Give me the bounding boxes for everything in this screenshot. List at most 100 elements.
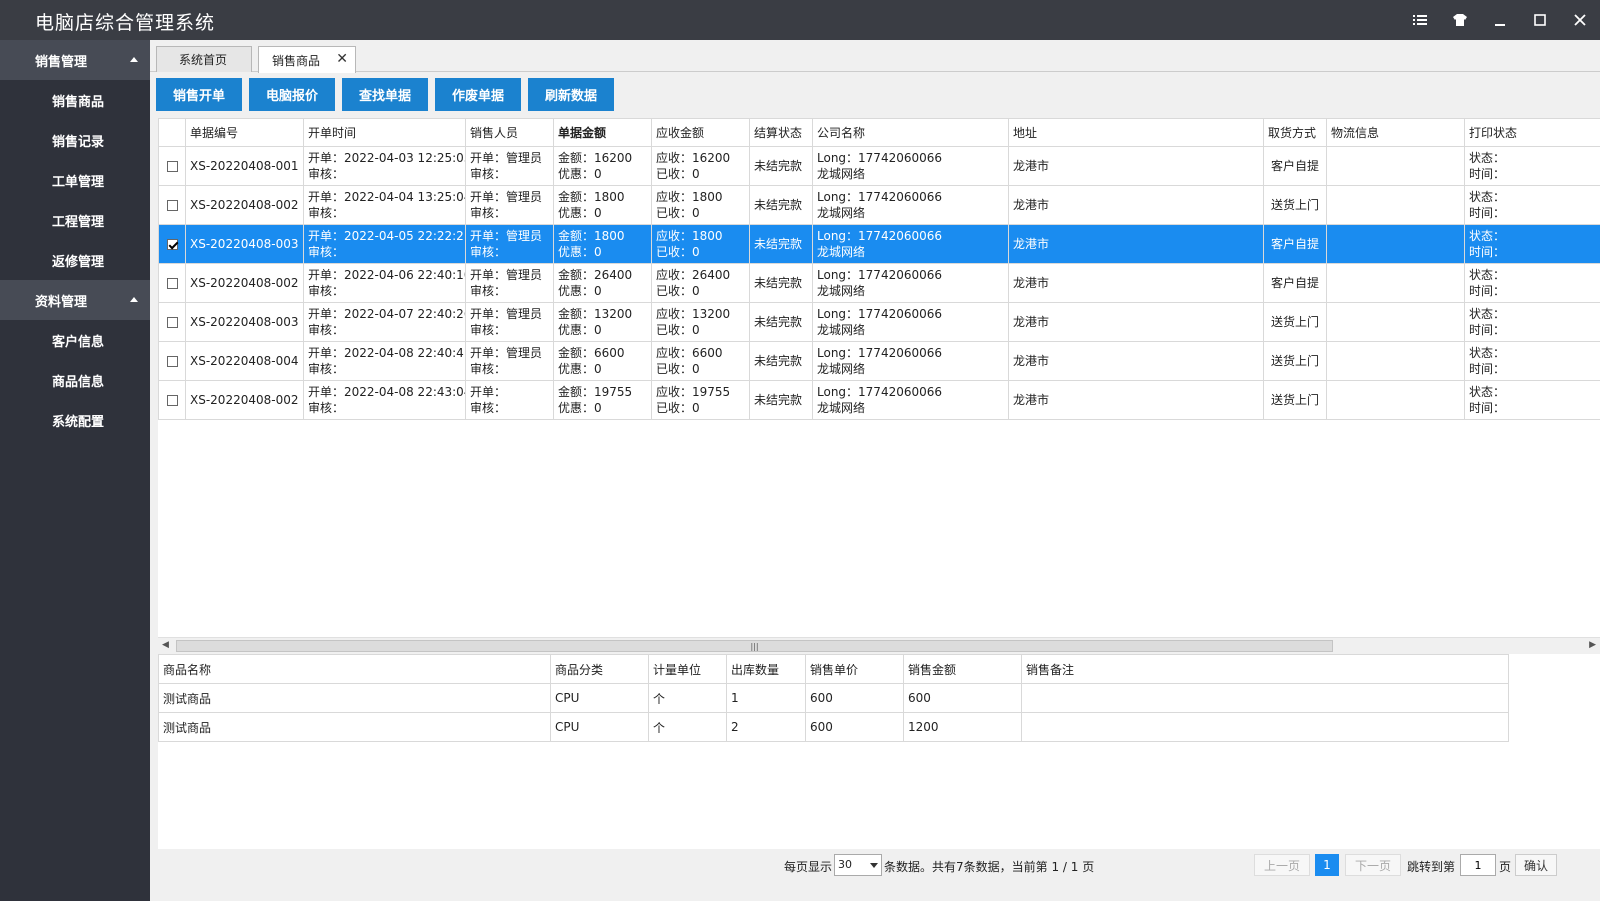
column-header[interactable]: 销售人员 xyxy=(465,118,554,147)
company-cell: Long：17742060066 龙城网络 xyxy=(812,146,1009,186)
column-header[interactable]: 出库数量 xyxy=(726,654,806,684)
sidebar-item-repairs[interactable]: 返修管理 xyxy=(0,240,150,280)
table-row[interactable]: XS-20220408-002 开单：2022-04-04 13:25:04 审核：… xyxy=(158,185,1600,225)
company-cell: Long：17742060066 龙城网络 xyxy=(812,185,1009,225)
detail-cell: 测试商品 xyxy=(158,712,551,742)
row-checkbox-cell[interactable] xyxy=(158,146,186,186)
row-checkbox-cell[interactable] xyxy=(158,224,186,264)
scroll-left-icon[interactable]: ◀ xyxy=(162,640,169,650)
column-header[interactable]: 结算状态 xyxy=(749,118,813,147)
prev-page-button[interactable]: 上一页 xyxy=(1254,854,1310,876)
row-checkbox[interactable] xyxy=(166,317,178,328)
horizontal-scrollbar[interactable]: ◀ ||| ▶ xyxy=(158,637,1600,653)
pc-quote-button[interactable]: 电脑报价 xyxy=(249,78,335,111)
sidebar-item-settings[interactable]: 系统配置 xyxy=(0,400,150,440)
current-page-button[interactable]: 1 xyxy=(1315,854,1339,876)
row-checkbox-cell[interactable] xyxy=(158,341,186,381)
column-header[interactable]: 物流信息 xyxy=(1326,118,1465,147)
minimize-icon[interactable] xyxy=(1480,0,1520,40)
header-checkbox-cell[interactable] xyxy=(158,118,186,147)
find-document-button[interactable]: 查找单据 xyxy=(342,78,428,111)
sidebar-item-work-orders[interactable]: 工单管理 xyxy=(0,160,150,200)
confirm-button[interactable]: 确认 xyxy=(1515,854,1557,876)
tab-close-icon[interactable]: ✕ xyxy=(336,51,348,67)
sidebar-group-sales[interactable]: 销售管理 xyxy=(0,40,150,80)
tab-home[interactable]: 系统首页 xyxy=(156,46,252,72)
table-row[interactable]: XS-20220408-002 开单：2022-04-08 22:43:04 审核：… xyxy=(158,380,1600,420)
refresh-data-button[interactable]: 刷新数据 xyxy=(528,78,614,111)
column-header[interactable]: 打印状态 xyxy=(1464,118,1600,147)
cell-line: 开单：2022-04-08 22:43:04 xyxy=(308,385,466,399)
status-cell: 未结完款 xyxy=(749,263,813,303)
sidebar-group-data[interactable]: 资料管理 xyxy=(0,280,150,320)
sidebar-item-products[interactable]: 商品信息 xyxy=(0,360,150,400)
scroll-right-icon[interactable]: ▶ xyxy=(1589,640,1596,650)
status-cell: 未结完款 xyxy=(749,146,813,186)
sidebar-item-projects[interactable]: 工程管理 xyxy=(0,200,150,240)
due-cell: 应收：1800 已收：0 xyxy=(651,224,750,264)
table-row[interactable]: XS-20220408-001 开单：2022-04-03 12:25:03 审核：… xyxy=(158,146,1600,186)
per-page-select[interactable]: 30 xyxy=(834,854,882,876)
cell-line: 审核： xyxy=(470,362,507,376)
cell-line: 应收：1800 xyxy=(656,229,723,243)
logistics-cell xyxy=(1326,146,1465,186)
void-document-button[interactable]: 作废单据 xyxy=(435,78,521,111)
cell-line: 龙城网络 xyxy=(817,323,866,337)
column-header[interactable]: 销售单价 xyxy=(805,654,904,684)
row-checkbox[interactable] xyxy=(166,161,178,172)
cell-line: 优惠：0 xyxy=(558,206,602,220)
column-header[interactable]: 商品分类 xyxy=(550,654,649,684)
row-checkbox[interactable] xyxy=(166,278,178,289)
table-row[interactable]: XS-20220408-004 开单：2022-04-08 22:40:41 审核：… xyxy=(158,341,1600,381)
scrollbar-thumb[interactable]: ||| xyxy=(176,640,1333,652)
due-cell: 应收：13200 已收：0 xyxy=(651,302,750,342)
due-cell: 应收：26400 已收：0 xyxy=(651,263,750,303)
column-header[interactable]: 公司名称 xyxy=(812,118,1009,147)
column-header[interactable]: 单据编号 xyxy=(185,118,304,147)
column-header[interactable]: 单据金额 xyxy=(553,118,652,147)
tab-bar: 系统首页 销售商品 ✕ xyxy=(150,40,1600,73)
cell-line: 开单：管理员 xyxy=(470,268,543,282)
row-checkbox-cell[interactable] xyxy=(158,380,186,420)
sidebar-item-sales-records[interactable]: 销售记录 xyxy=(0,120,150,160)
row-checkbox[interactable] xyxy=(166,239,178,250)
table-row[interactable]: XS-20220408-003 开单：2022-04-07 22:40:26 审核：… xyxy=(158,302,1600,342)
sidebar-item-sell-goods[interactable]: 销售商品 xyxy=(0,80,150,120)
column-header[interactable]: 地址 xyxy=(1008,118,1264,147)
sidebar-item-customers[interactable]: 客户信息 xyxy=(0,320,150,360)
cell-line: 开单：2022-04-05 22:22:21 xyxy=(308,229,466,243)
table-row[interactable]: XS-20220408-003 开单：2022-04-05 22:22:21 审核：… xyxy=(158,224,1600,264)
cell-line: 金额：13200 xyxy=(558,307,633,321)
pickup-cell: 客户自提 xyxy=(1263,224,1327,264)
column-header[interactable]: 开单时间 xyxy=(303,118,466,147)
logistics-cell xyxy=(1326,224,1465,264)
detail-row[interactable]: 测试商品 CPU 个 2 600 1200 xyxy=(158,712,1509,742)
row-checkbox[interactable] xyxy=(166,200,178,211)
next-page-button[interactable]: 下一页 xyxy=(1345,854,1401,876)
jump-page-input[interactable] xyxy=(1460,854,1496,876)
column-header[interactable]: 销售备注 xyxy=(1021,654,1509,684)
skin-icon[interactable] xyxy=(1440,0,1480,40)
tab-sell-goods[interactable]: 销售商品 ✕ xyxy=(258,46,356,73)
tab-label: 销售商品 xyxy=(272,53,321,68)
close-icon[interactable] xyxy=(1560,0,1600,40)
maximize-icon[interactable] xyxy=(1520,0,1560,40)
table-row[interactable]: XS-20220408-002 开单：2022-04-06 22:40:10 审核：… xyxy=(158,263,1600,303)
column-header[interactable]: 销售金额 xyxy=(903,654,1022,684)
address-cell: 龙港市 xyxy=(1008,380,1264,420)
cell-line: 状态： xyxy=(1469,151,1506,165)
detail-row[interactable]: 测试商品 CPU 个 1 600 600 xyxy=(158,683,1509,713)
menu-icon[interactable] xyxy=(1400,0,1440,40)
new-sale-button[interactable]: 销售开单 xyxy=(156,78,242,111)
column-header[interactable]: 应收金额 xyxy=(651,118,750,147)
row-checkbox[interactable] xyxy=(166,356,178,367)
per-page-label: 每页显示 xyxy=(784,860,833,874)
row-checkbox-cell[interactable] xyxy=(158,185,186,225)
column-header[interactable]: 商品名称 xyxy=(158,654,551,684)
row-checkbox-cell[interactable] xyxy=(158,302,186,342)
doc-id-cell: XS-20220408-003 xyxy=(185,302,304,342)
row-checkbox-cell[interactable] xyxy=(158,263,186,303)
column-header[interactable]: 计量单位 xyxy=(648,654,727,684)
column-header[interactable]: 取货方式 xyxy=(1263,118,1327,147)
row-checkbox[interactable] xyxy=(166,395,178,406)
